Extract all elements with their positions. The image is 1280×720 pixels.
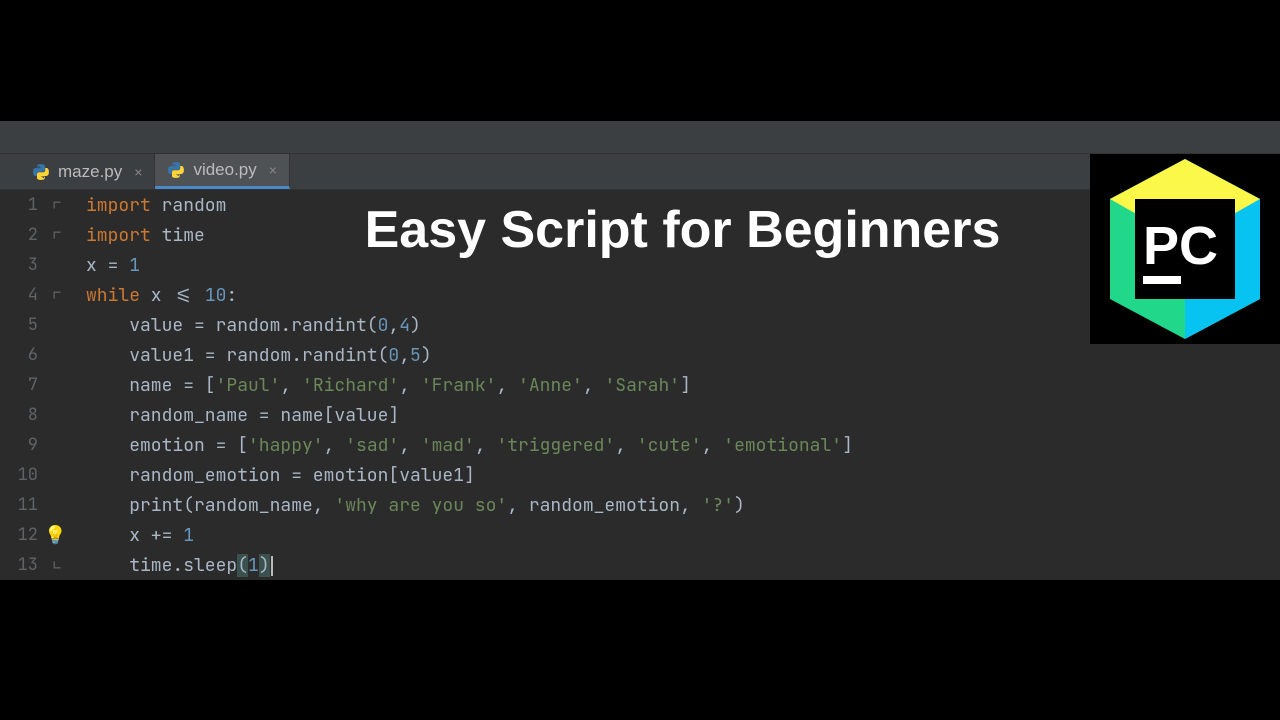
- line-number: 5: [0, 314, 52, 336]
- line-number: 4: [0, 284, 52, 306]
- tab-maze-py[interactable]: maze.py ×: [20, 154, 155, 189]
- line-number: 11: [0, 494, 52, 516]
- code-text[interactable]: random_name = name[value]: [86, 404, 399, 427]
- code-line[interactable]: 7 name = ['Paul', 'Richard', 'Frank', 'A…: [0, 370, 1280, 400]
- code-text[interactable]: while x <= 10:: [86, 284, 237, 307]
- python-file-icon: [167, 161, 185, 179]
- pycharm-logo: PC: [1090, 154, 1280, 344]
- gutter-icons: [52, 460, 86, 490]
- code-line[interactable]: 3 x = 1: [0, 250, 1280, 280]
- gutter-icons: [52, 310, 86, 340]
- gutter-icons: [52, 220, 86, 250]
- gutter-icons: [52, 190, 86, 220]
- gutter-icons: [52, 250, 86, 280]
- gutter-icons: [52, 370, 86, 400]
- line-number: 8: [0, 404, 52, 426]
- toolbar-strip: [0, 121, 1280, 154]
- python-file-icon: [32, 163, 50, 181]
- code-line[interactable]: 6 value1 = random.randint(0,5): [0, 340, 1280, 370]
- fold-marker-icon[interactable]: [54, 232, 61, 239]
- code-text[interactable]: x = 1: [86, 254, 140, 277]
- code-text[interactable]: emotion = ['happy', 'sad', 'mad', 'trigg…: [86, 434, 853, 457]
- code-text[interactable]: time.sleep(1): [86, 554, 273, 577]
- tab-bar: maze.py × video.py ×: [0, 154, 1280, 190]
- code-line[interactable]: 12💡 x += 1: [0, 520, 1280, 550]
- code-line[interactable]: 13 time.sleep(1): [0, 550, 1280, 580]
- line-number: 7: [0, 374, 52, 396]
- code-text[interactable]: random_emotion = emotion[value1]: [86, 464, 475, 487]
- code-editor[interactable]: 1 import random 2 import time 3 x = 1 4 while x…: [0, 190, 1280, 580]
- code-line[interactable]: 9 emotion = ['happy', 'sad', 'mad', 'tri…: [0, 430, 1280, 460]
- line-number: 3: [0, 254, 52, 276]
- code-line[interactable]: 10 random_emotion = emotion[value1]: [0, 460, 1280, 490]
- gutter-icons: [52, 340, 86, 370]
- code-text[interactable]: value = random.randint(0,4): [86, 314, 421, 337]
- line-number: 1: [0, 194, 52, 216]
- line-number: 13: [0, 554, 52, 576]
- code-text[interactable]: x += 1: [86, 524, 194, 547]
- code-line[interactable]: 8 random_name = name[value]: [0, 400, 1280, 430]
- code-text[interactable]: print(random_name, 'why are you so', ran…: [86, 494, 745, 517]
- gutter-icons: [52, 280, 86, 310]
- tab-close-icon[interactable]: ×: [269, 162, 277, 178]
- tab-video-py[interactable]: video.py ×: [155, 154, 290, 189]
- code-text[interactable]: import random: [86, 194, 226, 217]
- editor-pane: maze.py × video.py × 1 import random 2 import…: [0, 121, 1280, 580]
- gutter-icons: [52, 490, 86, 520]
- code-line[interactable]: 1 import random: [0, 190, 1280, 220]
- line-number: 6: [0, 344, 52, 366]
- tab-label: maze.py: [58, 162, 122, 182]
- code-line[interactable]: 5 value = random.randint(0,4): [0, 310, 1280, 340]
- tab-label: video.py: [193, 160, 256, 180]
- gutter-icons: [52, 550, 86, 580]
- line-number: 2: [0, 224, 52, 246]
- line-number: 10: [0, 464, 52, 486]
- code-text[interactable]: value1 = random.randint(0,5): [86, 344, 432, 367]
- gutter-icons: 💡: [52, 520, 86, 550]
- code-text[interactable]: name = ['Paul', 'Richard', 'Frank', 'Ann…: [86, 374, 691, 397]
- line-number: 9: [0, 434, 52, 456]
- fold-marker-icon[interactable]: [54, 562, 61, 569]
- intention-bulb-icon[interactable]: 💡: [44, 524, 66, 547]
- fold-marker-icon[interactable]: [54, 292, 61, 299]
- gutter-icons: [52, 430, 86, 460]
- gutter-icons: [52, 400, 86, 430]
- tab-close-icon[interactable]: ×: [134, 164, 142, 180]
- fold-marker-icon[interactable]: [54, 202, 61, 209]
- code-line[interactable]: 2 import time: [0, 220, 1280, 250]
- code-line[interactable]: 11 print(random_name, 'why are you so', …: [0, 490, 1280, 520]
- svg-text:PC: PC: [1143, 216, 1218, 276]
- code-line[interactable]: 4 while x <= 10:: [0, 280, 1280, 310]
- code-text[interactable]: import time: [86, 224, 205, 247]
